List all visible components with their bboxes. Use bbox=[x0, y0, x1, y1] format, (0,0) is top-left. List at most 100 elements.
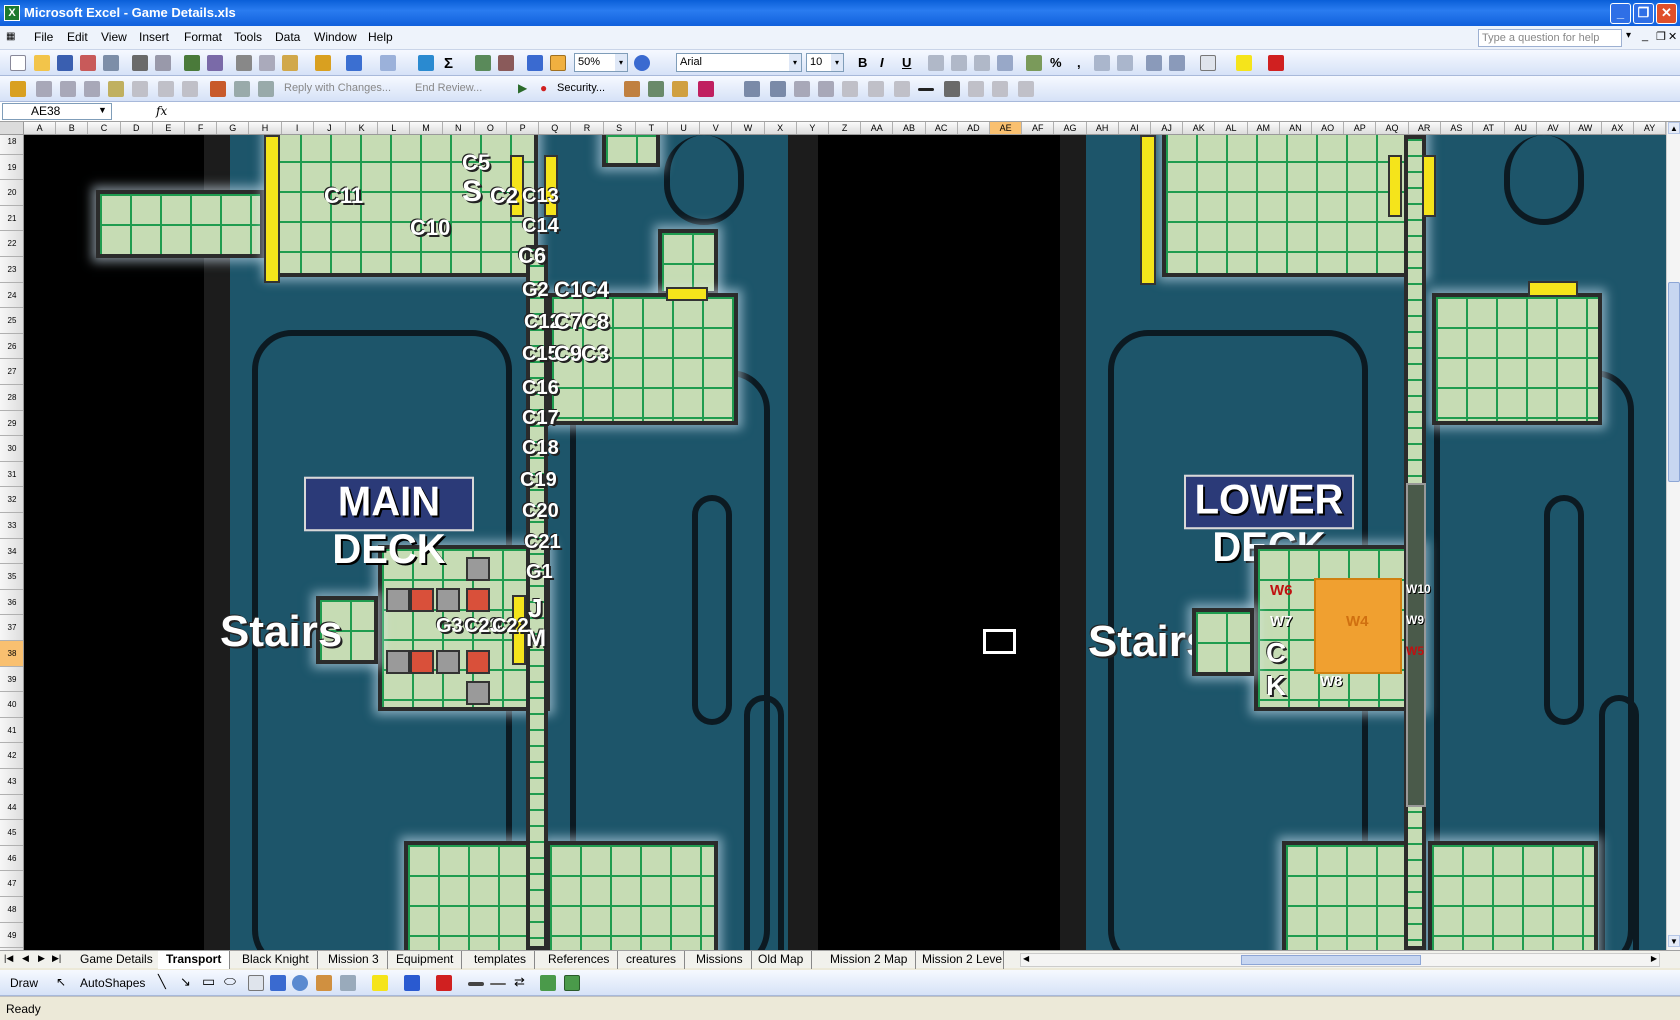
column-header-aj[interactable]: AJ bbox=[1151, 122, 1184, 134]
column-header-al[interactable]: AL bbox=[1215, 122, 1248, 134]
tab-game-details[interactable]: Game Details bbox=[72, 951, 162, 969]
row-header-46[interactable]: 46 bbox=[0, 846, 23, 872]
row-header-19[interactable]: 19 bbox=[0, 155, 23, 181]
column-header-p[interactable]: P bbox=[507, 122, 540, 134]
text-wrap-icon[interactable] bbox=[968, 81, 984, 97]
row-header-48[interactable]: 48 bbox=[0, 897, 23, 923]
undo-icon[interactable] bbox=[346, 55, 362, 71]
column-header-a[interactable]: A bbox=[24, 122, 57, 134]
reply-with-changes-button[interactable]: Reply with Changes... bbox=[284, 82, 391, 94]
column-header-au[interactable]: AU bbox=[1505, 122, 1538, 134]
increase-decimal-icon[interactable] bbox=[1094, 55, 1110, 71]
italic-button[interactable]: I bbox=[880, 55, 884, 70]
column-header-aw[interactable]: AW bbox=[1570, 122, 1602, 134]
diagram-icon[interactable] bbox=[292, 975, 308, 991]
font-color-icon[interactable] bbox=[1268, 55, 1284, 71]
sort-descending-icon[interactable] bbox=[498, 55, 514, 71]
menu-tools[interactable]: Tools bbox=[234, 30, 262, 44]
tab-mission-3[interactable]: Mission 3 bbox=[320, 951, 388, 969]
menu-file[interactable]: File bbox=[34, 30, 53, 44]
folder-icon[interactable] bbox=[10, 81, 26, 97]
zoom-select[interactable]: 50% ▾ bbox=[574, 53, 628, 72]
format-painter-icon[interactable] bbox=[315, 55, 331, 71]
autoshapes-button[interactable]: AutoShapes bbox=[80, 976, 145, 990]
horizontal-scrollbar[interactable]: ◀ ▶ bbox=[1020, 953, 1660, 967]
grid-icon[interactable] bbox=[770, 81, 786, 97]
column-header-ap[interactable]: AP bbox=[1344, 122, 1377, 134]
fill-color-icon[interactable] bbox=[1236, 55, 1252, 71]
column-header-ak[interactable]: AK bbox=[1183, 122, 1216, 134]
excel-app-icon[interactable]: X bbox=[4, 5, 20, 21]
row-header-26[interactable]: 26 bbox=[0, 334, 23, 360]
borders-icon[interactable] bbox=[1200, 55, 1216, 71]
align-icon[interactable] bbox=[868, 81, 884, 97]
show-comment-icon[interactable] bbox=[108, 81, 124, 97]
permission-icon[interactable] bbox=[80, 55, 96, 71]
email-icon[interactable] bbox=[103, 55, 119, 71]
scroll-up-icon[interactable]: ▲ bbox=[1668, 122, 1680, 134]
oval-icon[interactable]: ⬭ bbox=[224, 973, 236, 990]
tab-references[interactable]: References bbox=[540, 951, 619, 969]
column-header-l[interactable]: L bbox=[378, 122, 411, 134]
help-search-input[interactable]: Type a question for help bbox=[1478, 29, 1622, 47]
row-header-40[interactable]: 40 bbox=[0, 692, 23, 718]
menu-format[interactable]: Format bbox=[184, 30, 222, 44]
comment-icon[interactable] bbox=[36, 81, 52, 97]
column-header-f[interactable]: F bbox=[185, 122, 218, 134]
row-header-24[interactable]: 24 bbox=[0, 283, 23, 309]
font-size-select[interactable]: 10 ▾ bbox=[806, 53, 844, 72]
column-header-v[interactable]: V bbox=[700, 122, 733, 134]
row-header-37[interactable]: 37 bbox=[0, 615, 23, 641]
column-header-b[interactable]: B bbox=[56, 122, 89, 134]
horizontal-scroll-thumb[interactable] bbox=[1241, 955, 1421, 965]
redo-icon[interactable] bbox=[380, 55, 396, 71]
draw-menu-button[interactable]: Draw bbox=[10, 976, 38, 990]
select-pointer-icon[interactable]: ↖ bbox=[56, 975, 66, 989]
row-header-21[interactable]: 21 bbox=[0, 206, 23, 232]
rotate-icon[interactable] bbox=[794, 81, 810, 97]
vb-editor-icon[interactable] bbox=[624, 81, 640, 97]
rectangle-icon[interactable]: ▭ bbox=[202, 973, 215, 990]
row-header-20[interactable]: 20 bbox=[0, 180, 23, 206]
column-header-j[interactable]: J bbox=[314, 122, 346, 134]
row-header-23[interactable]: 23 bbox=[0, 257, 23, 283]
close-button[interactable]: ✕ bbox=[1656, 3, 1677, 24]
row-header-33[interactable]: 33 bbox=[0, 513, 23, 539]
column-header-ao[interactable]: AO bbox=[1312, 122, 1345, 134]
doc-icon[interactable]: ▦ bbox=[6, 31, 15, 42]
column-header-ad[interactable]: AD bbox=[958, 122, 990, 134]
row-header-28[interactable]: 28 bbox=[0, 385, 23, 411]
select-all-corner[interactable] bbox=[0, 122, 24, 135]
column-header-an[interactable]: AN bbox=[1280, 122, 1312, 134]
vertical-scrollbar[interactable]: ▲ ▼ bbox=[1666, 122, 1680, 950]
comma-button[interactable]: , bbox=[1077, 55, 1081, 70]
column-header-t[interactable]: T bbox=[636, 122, 668, 134]
dash-style-icon[interactable] bbox=[490, 983, 506, 985]
autosum-icon[interactable]: Σ bbox=[444, 55, 453, 72]
line-style-icon[interactable] bbox=[918, 88, 934, 91]
column-header-d[interactable]: D bbox=[121, 122, 153, 134]
row-header-44[interactable]: 44 bbox=[0, 795, 23, 821]
underline-button[interactable]: U bbox=[902, 55, 911, 70]
decrease-indent-icon[interactable] bbox=[1146, 55, 1162, 71]
column-header-ai[interactable]: AI bbox=[1119, 122, 1151, 134]
row-header-27[interactable]: 27 bbox=[0, 359, 23, 385]
column-header-aa[interactable]: AA bbox=[861, 122, 894, 134]
column-header-aq[interactable]: AQ bbox=[1376, 122, 1409, 134]
worksheet-grid[interactable]: MAIN DECK LOWER DECK Stairs Stairs C5 S … bbox=[24, 135, 1666, 950]
menu-data[interactable]: Data bbox=[275, 30, 300, 44]
vertical-scroll-thumb[interactable] bbox=[1668, 282, 1680, 482]
research-icon[interactable] bbox=[207, 55, 223, 71]
row-header-30[interactable]: 30 bbox=[0, 436, 23, 462]
column-header-k[interactable]: K bbox=[346, 122, 379, 134]
script-editor-icon[interactable] bbox=[698, 81, 714, 97]
menu-edit[interactable]: Edit bbox=[67, 30, 88, 44]
column-header-e[interactable]: E bbox=[153, 122, 185, 134]
column-header-as[interactable]: AS bbox=[1441, 122, 1473, 134]
decrease-decimal-icon[interactable] bbox=[1117, 55, 1133, 71]
bold-button[interactable]: B bbox=[858, 55, 867, 70]
row-header-35[interactable]: 35 bbox=[0, 564, 23, 590]
draw-font-color-icon[interactable] bbox=[436, 975, 452, 991]
align-right-icon[interactable] bbox=[974, 55, 990, 71]
active-cell-ae38[interactable] bbox=[982, 628, 1017, 655]
